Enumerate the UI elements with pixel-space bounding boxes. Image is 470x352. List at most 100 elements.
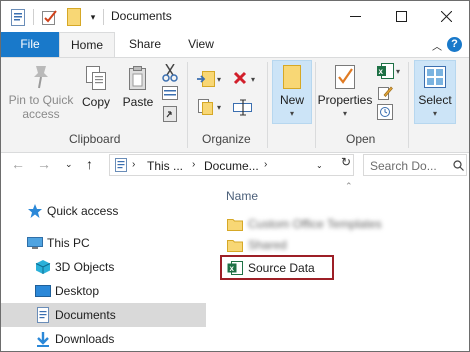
move-to-button[interactable]: ▾ <box>195 70 223 90</box>
properties-small-icon[interactable] <box>9 7 27 27</box>
chevron-down-icon: ▾ <box>342 109 347 118</box>
new-item-icon <box>283 65 301 89</box>
nav-label: Desktop <box>55 284 100 298</box>
recent-locations-icon[interactable]: ⌄ <box>65 159 73 170</box>
nav-item-quick-access[interactable]: Quick access <box>1 199 206 223</box>
svg-text:▾: ▾ <box>217 103 221 112</box>
search-input[interactable] <box>370 158 454 173</box>
svg-text:▾: ▾ <box>251 75 255 84</box>
open-button[interactable]: x ▾ <box>375 62 403 82</box>
svg-text:x: x <box>379 67 384 76</box>
column-header-name[interactable]: Name <box>226 189 258 203</box>
tab-view[interactable]: View <box>177 32 225 57</box>
breadcrumb-documents[interactable]: Docume... <box>204 159 259 173</box>
cube-icon <box>35 260 51 274</box>
copy-path-icon <box>162 86 178 100</box>
breadcrumb-chevron-icon[interactable]: › <box>264 159 267 170</box>
up-icon[interactable]: ↑ <box>86 156 93 172</box>
nav-item-downloads[interactable]: Downloads <box>1 327 206 351</box>
history-icon <box>377 104 393 120</box>
search-box[interactable] <box>363 154 467 176</box>
download-icon <box>37 332 49 347</box>
ribbon-tabs: File Home Share View ︿ ? <box>1 32 469 58</box>
chevron-down-icon: ▾ <box>432 109 437 118</box>
paste-icon <box>129 66 146 90</box>
refresh-icon[interactable]: ↻ <box>338 155 354 173</box>
copy-icon <box>86 66 106 90</box>
edit-button[interactable] <box>375 84 395 102</box>
cut-button[interactable] <box>161 63 179 82</box>
help-icon[interactable]: ? <box>447 37 462 52</box>
nav-label: Quick access <box>47 204 119 218</box>
tab-file[interactable]: File <box>1 32 59 57</box>
navigation-pane: Quick access This PC 3D Objects Desktop … <box>1 177 206 351</box>
address-dropdown-icon[interactable]: ⌄ <box>316 161 323 170</box>
nav-item-documents[interactable]: Documents <box>1 303 206 327</box>
move-to-icon: ▾ <box>197 71 221 87</box>
copy-to-button[interactable]: ▾ <box>195 98 223 118</box>
group-separator <box>267 62 268 148</box>
back-icon[interactable]: ← <box>11 156 25 172</box>
pin-icon <box>34 66 48 89</box>
organize-group-label: Organize <box>202 132 251 146</box>
paste-shortcut-button[interactable] <box>161 106 179 124</box>
select-button[interactable]: Select ▾ <box>414 64 456 121</box>
breadcrumb-this-pc[interactable]: This ... <box>147 159 183 173</box>
file-explorer-window: ▾ Documents File Home Share View ︿ ? Pin… <box>0 0 470 352</box>
nav-item-this-pc[interactable]: This PC <box>1 231 206 255</box>
nav-label: This PC <box>47 236 90 250</box>
breadcrumb-chevron-icon[interactable]: › <box>132 159 135 170</box>
sort-chevron-icon[interactable]: ⌃ <box>345 181 353 192</box>
pin-to-quick-access-button[interactable]: Pin to Quick access <box>5 64 77 121</box>
svg-text:▾: ▾ <box>217 75 221 84</box>
list-item[interactable]: Custom Office Templates <box>222 213 462 235</box>
maximize-button[interactable] <box>378 1 424 32</box>
forward-icon[interactable]: → <box>37 156 51 172</box>
highlight-annotation <box>220 255 334 280</box>
file-list: ⌃ Name Custom Office Templates Shared x … <box>206 177 469 351</box>
history-button[interactable] <box>375 104 395 122</box>
properties-button[interactable]: Properties ▾ <box>317 64 373 121</box>
nav-item-desktop[interactable]: Desktop <box>1 279 206 303</box>
window-title: Documents <box>111 9 172 23</box>
rename-icon <box>233 99 252 116</box>
open-group-label: Open <box>346 132 376 146</box>
clipboard-group-label: Clipboard <box>69 132 121 146</box>
address-row: ← → ⌄ ↑ › This ... › Docume... › ⌄ ↻ <box>1 153 469 177</box>
pin-label-line2: access <box>22 107 60 121</box>
monitor-icon <box>27 237 43 249</box>
group-separator <box>408 62 409 148</box>
paste-button[interactable]: Paste <box>119 64 157 109</box>
expand-ribbon-icon[interactable]: ︿ <box>432 38 442 53</box>
rename-button[interactable] <box>231 98 255 118</box>
file-name: Shared <box>248 238 287 252</box>
address-bar[interactable]: › This ... › Docume... › ⌄ <box>109 154 354 176</box>
customize-toolbar-icon[interactable]: ▾ <box>87 7 99 27</box>
desktop-icon <box>35 285 51 297</box>
scissors-icon <box>162 63 178 82</box>
tab-share[interactable]: Share <box>119 32 171 57</box>
copy-label: Copy <box>81 95 110 109</box>
location-icon <box>115 158 127 175</box>
nav-label: 3D Objects <box>55 260 115 274</box>
minimize-button[interactable] <box>332 1 378 32</box>
copy-button[interactable]: Copy <box>79 64 113 109</box>
new-button[interactable]: New ▾ <box>272 64 312 121</box>
checkmark-icon[interactable] <box>41 7 59 27</box>
nav-label: Downloads <box>55 332 115 346</box>
delete-button[interactable]: ▾ <box>231 70 261 90</box>
select-icon <box>424 66 446 88</box>
new-folder-small-icon[interactable] <box>65 7 83 27</box>
file-name: Custom Office Templates <box>248 217 382 231</box>
tab-home[interactable]: Home <box>59 32 115 58</box>
new-label: New <box>279 93 304 107</box>
breadcrumb-chevron-icon[interactable]: › <box>192 159 195 170</box>
ribbon-home: Pin to Quick access Copy Paste Clipboard… <box>1 57 469 153</box>
list-item[interactable]: Shared <box>222 234 462 256</box>
copy-path-button[interactable] <box>161 86 179 102</box>
nav-item-3d-objects[interactable]: 3D Objects <box>1 255 206 279</box>
folder-icon <box>227 219 243 231</box>
folder-icon <box>227 240 243 252</box>
pin-label-line1: Pin to Quick <box>8 93 74 107</box>
close-button[interactable] <box>423 1 469 32</box>
